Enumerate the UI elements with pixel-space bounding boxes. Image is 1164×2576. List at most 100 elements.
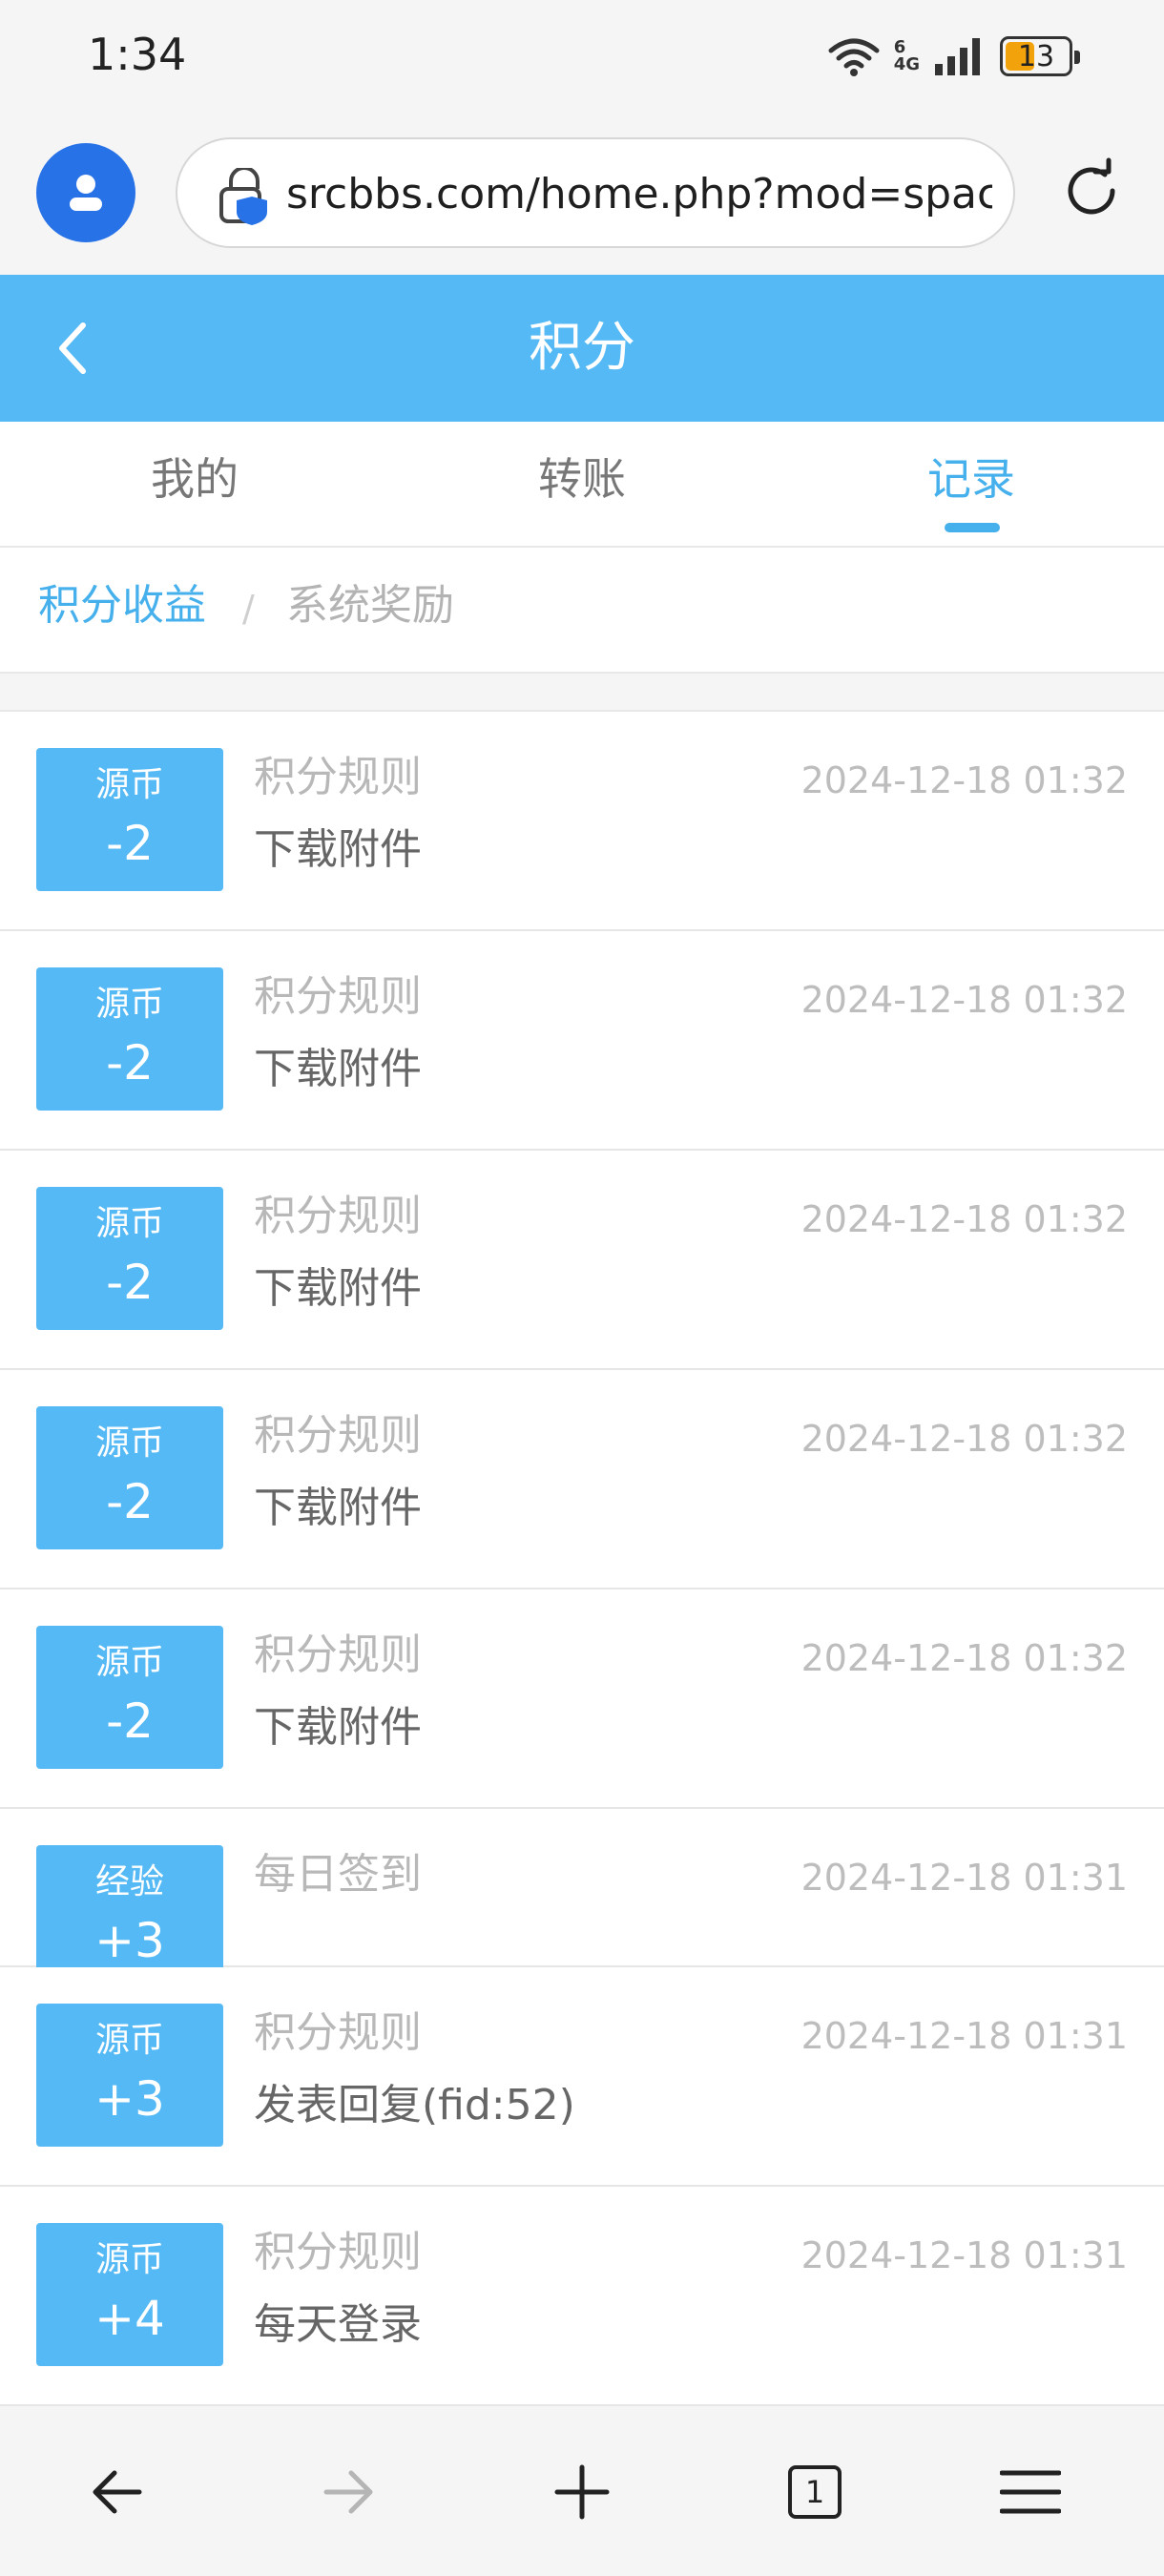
new-tab-button[interactable] <box>534 2444 630 2540</box>
credit-amount: -2 <box>106 1474 154 1529</box>
wifi-icon <box>828 38 880 76</box>
tab-transfer-label: 转账 <box>538 453 626 505</box>
plus-icon <box>554 2464 610 2520</box>
breadcrumb: 积分收益 / 系统奖励 <box>0 548 1164 674</box>
browser-page: 1:34 6 4G 13 srcbbs.com/home.php?mod=spa… <box>0 0 1164 2576</box>
record-time: 2024-12-18 01:32 <box>800 759 1128 801</box>
arrow-right-icon <box>323 2470 373 2514</box>
user-icon <box>70 175 102 211</box>
tabs-button[interactable]: 1 <box>767 2444 863 2540</box>
record-desc: 发表回复(fid:52) <box>254 2081 575 2129</box>
menu-button[interactable] <box>983 2444 1078 2540</box>
record-desc: 下载附件 <box>254 1045 422 1093</box>
tab-records-label: 记录 <box>927 453 1015 505</box>
record-label: 积分规则 <box>254 1192 422 1240</box>
network-type: 4G <box>893 54 920 74</box>
url-text[interactable]: srcbbs.com/home.php?mod=spacecp&ac=credi… <box>286 168 992 221</box>
tab-mine-label: 我的 <box>151 453 239 505</box>
status-bar: 1:34 6 4G 13 <box>0 0 1164 114</box>
credit-amount: +3 <box>94 2071 165 2127</box>
credit-type: 源币 <box>94 2240 164 2279</box>
credit-badge: 源币 -2 <box>36 1626 223 1769</box>
list-item: 经验 +3 每日签到 2024-12-18 01:31 <box>0 1809 1164 1967</box>
record-time: 2024-12-18 01:31 <box>800 2015 1128 2057</box>
browser-bar: srcbbs.com/home.php?mod=spacecp&ac=credi… <box>0 134 1164 256</box>
status-time: 1:34 <box>88 29 187 80</box>
list-item: 源币 -2 积分规则 2024-12-18 01:32 下载附件 <box>0 712 1164 931</box>
tab-count-icon: 1 <box>788 2465 842 2519</box>
record-desc: 下载附件 <box>254 1703 422 1752</box>
record-label: 积分规则 <box>254 2228 422 2276</box>
record-desc: 每天登录 <box>254 2300 422 2349</box>
address-bar[interactable]: srcbbs.com/home.php?mod=spacecp&ac=credi… <box>176 137 1015 248</box>
record-time: 2024-12-18 01:32 <box>800 1637 1128 1679</box>
record-time: 2024-12-18 01:32 <box>800 1418 1128 1460</box>
credit-type: 源币 <box>94 985 164 1024</box>
tab-bar: 我的 转账 记录 <box>0 422 1164 548</box>
record-label: 积分规则 <box>254 972 422 1021</box>
credit-amount: -2 <box>106 816 154 871</box>
record-desc: 下载附件 <box>254 1264 422 1313</box>
record-desc: 下载附件 <box>254 825 422 874</box>
tab-records[interactable]: 记录 <box>857 422 1086 546</box>
record-desc: 下载附件 <box>254 1484 422 1532</box>
record-label: 积分规则 <box>254 753 422 801</box>
subnav-income-link[interactable]: 积分收益 <box>38 548 206 664</box>
breadcrumb-separator: / <box>242 588 255 630</box>
list-item: 源币 -2 积分规则 2024-12-18 01:32 下载附件 <box>0 1151 1164 1370</box>
tab-transfer[interactable]: 转账 <box>468 422 696 546</box>
list-item: 源币 +4 积分规则 2024-12-18 01:31 每天登录 <box>0 2187 1164 2406</box>
chevron-left-icon <box>59 322 86 374</box>
menu-icon <box>1000 2470 1061 2514</box>
avatar[interactable] <box>36 143 135 242</box>
tab-mine[interactable]: 我的 <box>80 422 309 546</box>
list-item: 源币 +3 积分规则 2024-12-18 01:31 发表回复(fid:52) <box>0 1967 1164 2187</box>
network-label-group: 6 4G <box>894 39 920 73</box>
credit-amount: +3 <box>94 1913 165 1967</box>
subnav-system-reward[interactable]: 系统奖励 <box>286 548 454 664</box>
credit-amount: -2 <box>106 1255 154 1310</box>
credit-type: 经验 <box>94 1862 164 1901</box>
credit-badge: 源币 +4 <box>36 2223 223 2366</box>
credit-badge: 源币 -2 <box>36 748 223 891</box>
list-item: 源币 -2 积分规则 2024-12-18 01:32 下载附件 <box>0 931 1164 1151</box>
credit-badge: 源币 -2 <box>36 1406 223 1549</box>
signal-icon <box>935 38 980 75</box>
credit-type: 源币 <box>94 2021 164 2060</box>
record-label: 积分规则 <box>254 1631 422 1679</box>
record-time: 2024-12-18 01:32 <box>800 1198 1128 1240</box>
record-list: 源币 -2 积分规则 2024-12-18 01:32 下载附件 源币 -2 积… <box>0 710 1164 2406</box>
credit-badge: 源币 -2 <box>36 1187 223 1330</box>
arrow-left-icon <box>93 2470 142 2514</box>
credit-type: 源币 <box>94 1423 164 1463</box>
battery-icon: 13 <box>1000 36 1080 76</box>
status-icons: 6 4G 13 <box>827 32 1080 80</box>
battery-level: 13 <box>1017 39 1055 73</box>
nav-back-button[interactable] <box>69 2444 164 2540</box>
lock-shield-icon <box>219 168 267 225</box>
reload-icon[interactable] <box>1057 156 1126 225</box>
credit-amount: -2 <box>106 1035 154 1091</box>
record-time: 2024-12-18 01:32 <box>800 979 1128 1021</box>
record-time: 2024-12-18 01:31 <box>800 1857 1128 1899</box>
tab-count: 1 <box>804 2474 825 2510</box>
credit-badge: 源币 -2 <box>36 967 223 1111</box>
app-header: 积分 <box>0 275 1164 422</box>
list-item: 源币 -2 积分规则 2024-12-18 01:32 下载附件 <box>0 1370 1164 1589</box>
credit-amount: -2 <box>106 1693 154 1749</box>
nav-forward-button[interactable] <box>301 2444 397 2540</box>
credit-badge: 源币 +3 <box>36 2004 223 2147</box>
record-time: 2024-12-18 01:31 <box>800 2234 1128 2276</box>
list-item: 源币 -2 积分规则 2024-12-18 01:32 下载附件 <box>0 1589 1164 1809</box>
credit-amount: +4 <box>94 2291 165 2346</box>
active-tab-indicator <box>945 523 1000 532</box>
record-label: 每日签到 <box>254 1850 422 1899</box>
record-label: 积分规则 <box>254 1411 422 1460</box>
page-title: 积分 <box>529 317 635 379</box>
credit-type: 源币 <box>94 1643 164 1682</box>
record-label: 积分规则 <box>254 2008 422 2057</box>
credit-type: 源币 <box>94 765 164 804</box>
back-button[interactable] <box>38 308 105 388</box>
credit-type: 源币 <box>94 1204 164 1243</box>
battery-tip <box>1074 51 1080 64</box>
